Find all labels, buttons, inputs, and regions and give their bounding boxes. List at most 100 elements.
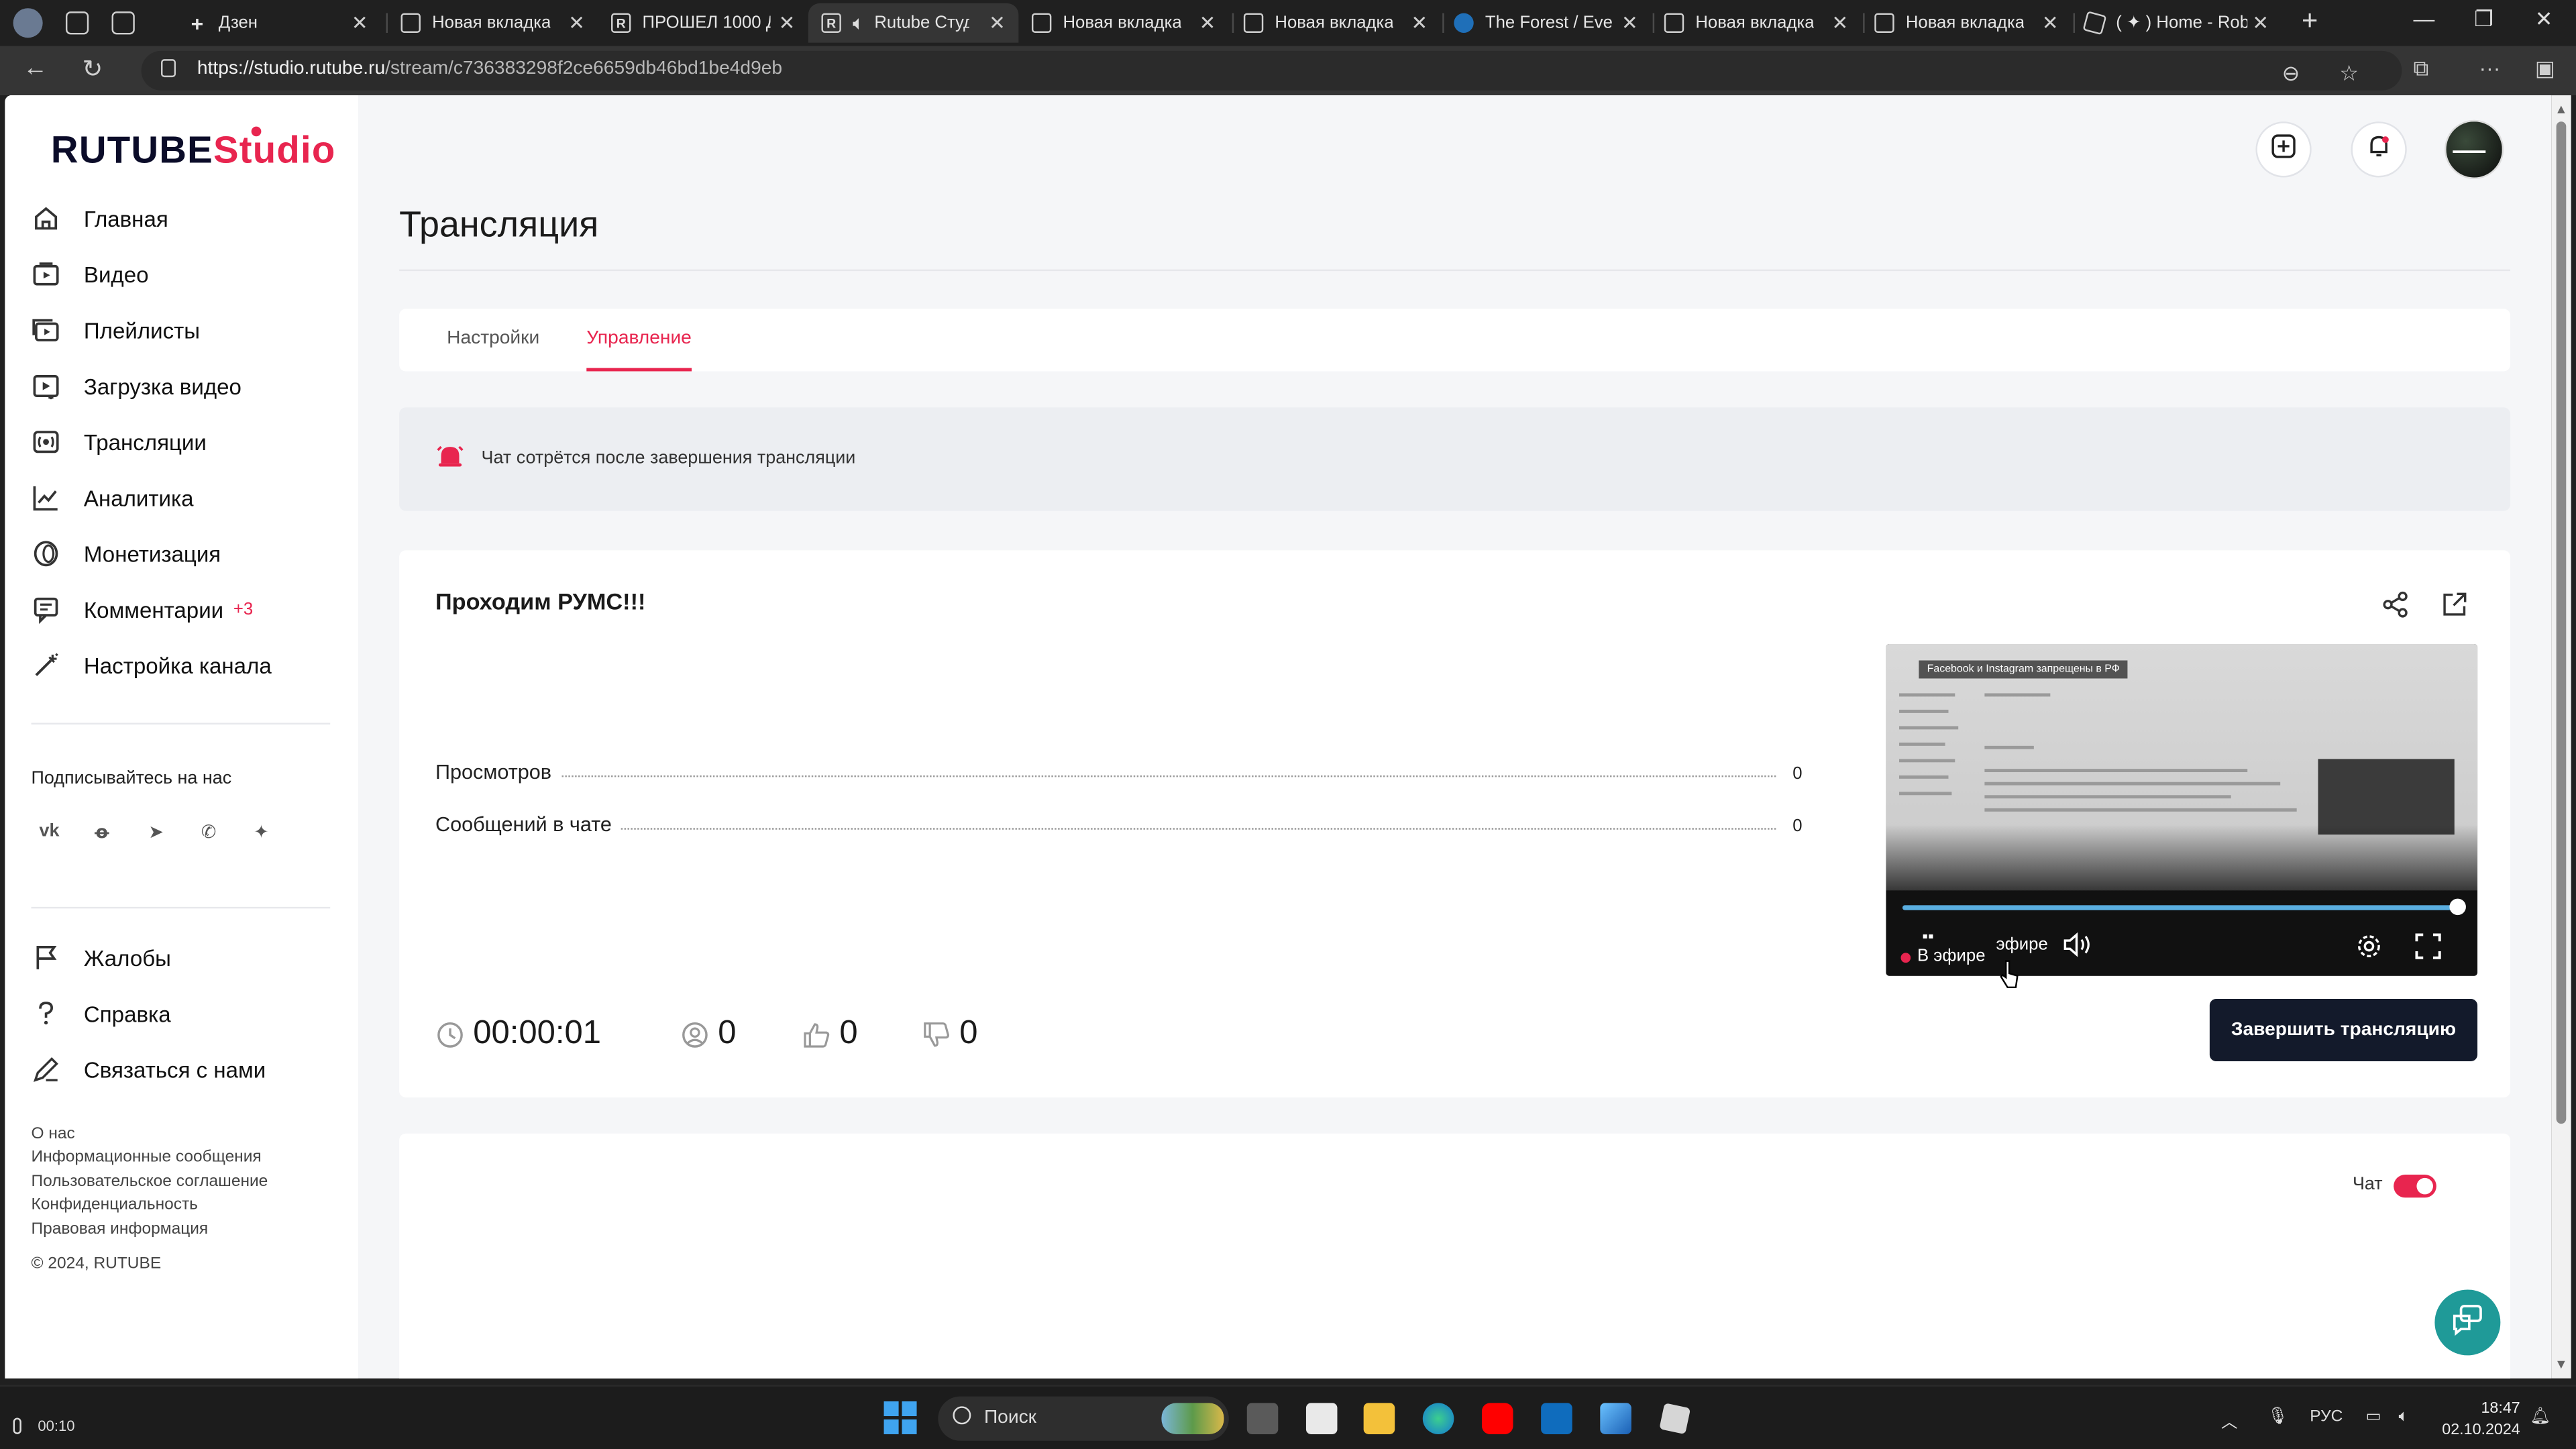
- sidebar-item-contact[interactable]: Связаться с нами: [32, 1055, 266, 1084]
- close-tab-icon[interactable]: ✕: [1411, 11, 1428, 34]
- network-icon[interactable]: ▭: [2366, 1408, 2381, 1426]
- settings-gear-icon[interactable]: [2354, 932, 2383, 969]
- chat-toggle[interactable]: [2394, 1175, 2436, 1198]
- browser-tab[interactable]: R ПРОШЕЛ 1000 ДНЕЙ ✕: [598, 3, 808, 43]
- browser-tab[interactable]: + Дзен ✕: [174, 3, 382, 43]
- workspaces-icon[interactable]: [65, 11, 89, 35]
- extensions-icon[interactable]: ⧉: [2414, 56, 2429, 82]
- close-tab-icon[interactable]: ✕: [779, 11, 796, 34]
- footer-link-legal[interactable]: Правовая информация: [32, 1221, 209, 1239]
- sidebar-item-monetization[interactable]: Монетизация: [32, 539, 221, 568]
- favorite-star-icon[interactable]: ☆: [2339, 61, 2359, 87]
- windows-start-icon[interactable]: [883, 1401, 917, 1434]
- close-tab-icon[interactable]: ✕: [2042, 11, 2059, 34]
- minimize-icon[interactable]: —: [2414, 7, 2435, 32]
- browser-tab[interactable]: Новая вкладка ✕: [1651, 3, 1861, 43]
- support-chat-button[interactable]: [2434, 1289, 2501, 1356]
- close-tab-icon[interactable]: ✕: [568, 11, 585, 34]
- browser-tab[interactable]: ( ✦ ) Home - Roblox ✕: [2072, 3, 2282, 43]
- address-bar[interactable]: https://studio.rutube.ru/stream/c7363832…: [141, 50, 2402, 91]
- close-tab-icon[interactable]: ✕: [1831, 11, 1848, 34]
- sidebar-item-complaints[interactable]: Жалобы: [32, 943, 171, 973]
- store-icon[interactable]: [1305, 1403, 1338, 1434]
- sidebar-item-comments[interactable]: Комментарии +3: [32, 595, 254, 625]
- external-link-icon[interactable]: [2440, 590, 2469, 627]
- footer-link-privacy[interactable]: Конфиденциальность: [32, 1196, 198, 1214]
- viber-icon[interactable]: ✆: [191, 813, 227, 849]
- mouse-cursor: [1999, 959, 2019, 997]
- tray-mic-icon[interactable]: 🎙︎: [2267, 1408, 2288, 1426]
- recording-indicator[interactable]: 00:10: [13, 1417, 75, 1434]
- browser-tab-active[interactable]: R 🔈︎ Rutube Студия ✕: [808, 3, 1019, 43]
- app-icon[interactable]: [1600, 1403, 1631, 1434]
- back-icon[interactable]: ←: [23, 54, 48, 83]
- footer-link-about[interactable]: О нас: [32, 1126, 75, 1144]
- sidebar-item-home[interactable]: Главная: [32, 204, 168, 233]
- browser-tab[interactable]: The Forest / Events ✕: [1441, 3, 1651, 43]
- vk-icon[interactable]: vk: [32, 813, 68, 849]
- stream-preview-player[interactable]: Facebook и Instagram запрещены в РФ ▪▪ В…: [1886, 644, 2478, 976]
- sidebar-item-upload[interactable]: Загрузка видео: [32, 371, 241, 400]
- pause-icon[interactable]: ▪▪: [1922, 928, 1933, 947]
- tab-actions-icon[interactable]: [111, 11, 135, 35]
- tray-chevron-icon[interactable]: ︿: [2221, 1408, 2237, 1433]
- file-explorer-icon[interactable]: [1363, 1403, 1395, 1434]
- reload-icon[interactable]: ↻: [82, 54, 103, 84]
- volume-icon[interactable]: [2061, 932, 2094, 966]
- profile-icon[interactable]: [13, 8, 43, 38]
- close-tab-icon[interactable]: ✕: [1621, 11, 1638, 34]
- footer-link-info[interactable]: Информационные сообщения: [32, 1148, 262, 1167]
- progress-handle[interactable]: [2449, 898, 2466, 916]
- speaker-icon[interactable]: 🔈︎: [853, 11, 865, 36]
- close-window-icon[interactable]: ✕: [2535, 7, 2553, 33]
- sidebar-item-video[interactable]: Видео: [32, 260, 149, 289]
- roblox-taskbar-icon[interactable]: [1659, 1403, 1691, 1435]
- sidebar-item-channel-settings[interactable]: Настройка канала: [32, 651, 272, 680]
- tab-management[interactable]: Управление: [586, 329, 692, 348]
- more-menu-icon[interactable]: ···: [2479, 56, 2501, 80]
- browser-tab[interactable]: Новая вкладка ✕: [1862, 3, 2072, 43]
- notifications-center-icon[interactable]: 🔔︎: [2530, 1408, 2551, 1426]
- scroll-down-icon[interactable]: ▼: [2555, 1357, 2567, 1372]
- sparkle-icon[interactable]: ✦: [243, 813, 279, 849]
- end-stream-button[interactable]: Завершить трансляцию: [2209, 998, 2478, 1062]
- browser-tab[interactable]: Новая вкладка ✕: [1230, 3, 1440, 43]
- browser-tab[interactable]: Новая вкладка ✕: [388, 3, 598, 43]
- youtube-icon[interactable]: [1481, 1403, 1513, 1434]
- close-tab-icon[interactable]: ✕: [989, 11, 1006, 34]
- footer-link-terms[interactable]: Пользовательское соглашение: [32, 1173, 268, 1191]
- scroll-thumb[interactable]: [2556, 121, 2567, 1124]
- language-indicator[interactable]: РУС: [2310, 1408, 2343, 1426]
- frame-line: [1984, 769, 2248, 773]
- new-tab-icon[interactable]: +: [2302, 5, 2318, 38]
- close-tab-icon[interactable]: ✕: [352, 11, 368, 34]
- player-progress-bar[interactable]: [1902, 905, 2460, 910]
- stat-value: 0: [1792, 816, 1803, 837]
- url-text[interactable]: https://studio.rutube.ru/stream/c7363832…: [197, 59, 782, 78]
- rutube-studio-logo[interactable]: RUTUBEStudio: [51, 126, 336, 172]
- scroll-up-icon[interactable]: ▲: [2555, 102, 2567, 117]
- taskbar-search[interactable]: Поиск: [938, 1396, 1229, 1441]
- sidebar-item-analytics[interactable]: Аналитика: [32, 483, 194, 513]
- sidebar-toggle-icon[interactable]: ▣: [2535, 56, 2555, 82]
- fullscreen-icon[interactable]: [2414, 932, 2443, 969]
- page-scrollbar[interactable]: ▲ ▼: [2551, 95, 2571, 1379]
- task-view-icon[interactable]: [1246, 1403, 1279, 1434]
- restore-icon[interactable]: ❐: [2474, 7, 2493, 33]
- tab-settings[interactable]: Настройки: [447, 329, 539, 348]
- outlook-icon[interactable]: [1541, 1403, 1572, 1434]
- sidebar-item-help[interactable]: Справка: [32, 999, 171, 1028]
- share-icon[interactable]: [2381, 590, 2410, 627]
- zoom-icon[interactable]: ⊖: [2282, 61, 2300, 87]
- close-tab-icon[interactable]: ✕: [1199, 11, 1216, 34]
- taskbar-clock[interactable]: 18:47 02.10.2024: [2438, 1398, 2520, 1441]
- odnoklassniki-icon[interactable]: ꝋ: [84, 813, 120, 849]
- browser-tab[interactable]: Новая вкладка ✕: [1018, 3, 1228, 43]
- edge-icon[interactable]: [1422, 1403, 1454, 1434]
- sound-icon[interactable]: 🔈︎: [2399, 1408, 2409, 1426]
- telegram-icon[interactable]: ➤: [138, 813, 174, 849]
- sidebar-item-broadcasts[interactable]: Трансляции: [32, 427, 207, 457]
- sidebar-item-playlists[interactable]: Плейлисты: [32, 315, 200, 345]
- lock-icon[interactable]: [161, 59, 176, 78]
- close-tab-icon[interactable]: ✕: [2252, 11, 2269, 34]
